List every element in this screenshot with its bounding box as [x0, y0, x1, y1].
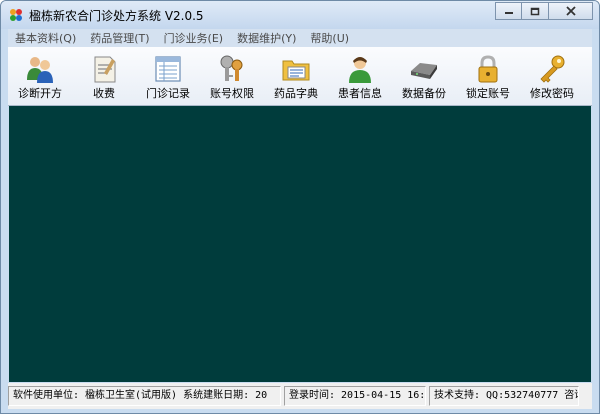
charge-button[interactable]: 收费: [72, 47, 136, 105]
records-icon: [155, 56, 181, 82]
status-unit: 软件使用单位: 楹栋卫生室(试用版) 系统建账日期: 20: [8, 386, 281, 406]
records-label: 门诊记录: [146, 87, 190, 100]
receipt-icon: [94, 56, 116, 83]
main-workspace: [9, 106, 591, 382]
status-support: 技术支持: QQ:532740777 咨询: [429, 386, 579, 406]
toolbar: 诊断开方 收费 门诊记录 账号权限 药品字典 患者信息 数据备份 锁定账号 修改…: [8, 47, 592, 106]
window-title: 楹栋新农合门诊处方系统 V2.0.5: [29, 9, 204, 23]
status-bar: 软件使用单位: 楹栋卫生室(试用版) 系统建账日期: 20 登录时间: 2015…: [8, 383, 592, 409]
doctors-icon: [27, 57, 53, 83]
diagnosis-label: 诊断开方: [18, 87, 62, 100]
disk-icon: [411, 63, 437, 79]
title-bar[interactable]: 楹栋新农合门诊处方系统 V2.0.5: [1, 1, 599, 29]
menu-drug-management[interactable]: 药品管理(T): [83, 30, 156, 46]
restore-icon: [530, 7, 540, 15]
lock-account-label: 锁定账号: [466, 87, 510, 100]
app-logo-icon: [10, 9, 22, 21]
close-icon: [565, 6, 576, 16]
change-password-label: 修改密码: [530, 87, 574, 100]
change-password-button[interactable]: 修改密码: [520, 47, 584, 105]
app-window: 楹栋新农合门诊处方系统 V2.0.5 基本资料(Q) 药品管理(T) 门诊业务(…: [0, 0, 600, 414]
menu-help[interactable]: 帮助(U): [303, 30, 356, 46]
patient-info-label: 患者信息: [338, 87, 382, 100]
folder-icon: [282, 60, 310, 81]
drug-dictionary-label: 药品字典: [274, 87, 318, 100]
restore-button[interactable]: [522, 2, 549, 20]
minimize-icon: [504, 12, 513, 14]
lock-icon: [478, 55, 498, 83]
minimize-button[interactable]: [495, 2, 522, 20]
keys-icon: [220, 55, 243, 81]
lock-account-button[interactable]: 锁定账号: [456, 47, 520, 105]
drug-dictionary-button[interactable]: 药品字典: [264, 47, 328, 105]
permissions-button[interactable]: 账号权限: [200, 47, 264, 105]
key-icon: [540, 55, 565, 83]
patient-info-button[interactable]: 患者信息: [328, 47, 392, 105]
patient-icon: [349, 57, 371, 83]
menu-bar: 基本资料(Q) 药品管理(T) 门诊业务(E) 数据维护(Y) 帮助(U): [8, 29, 592, 47]
diagnosis-button[interactable]: 诊断开方: [8, 47, 72, 105]
permissions-label: 账号权限: [210, 87, 254, 100]
records-button[interactable]: 门诊记录: [136, 47, 200, 105]
menu-basic-data[interactable]: 基本资料(Q): [8, 30, 83, 46]
status-login-time: 登录时间: 2015-04-15 16:12: [284, 386, 426, 406]
window-controls: [495, 2, 593, 21]
close-button[interactable]: [549, 2, 593, 20]
backup-label: 数据备份: [402, 87, 446, 100]
charge-label: 收费: [93, 87, 115, 100]
backup-button[interactable]: 数据备份: [392, 47, 456, 105]
menu-outpatient[interactable]: 门诊业务(E): [157, 30, 231, 46]
menu-data-maintenance[interactable]: 数据维护(Y): [230, 30, 303, 46]
